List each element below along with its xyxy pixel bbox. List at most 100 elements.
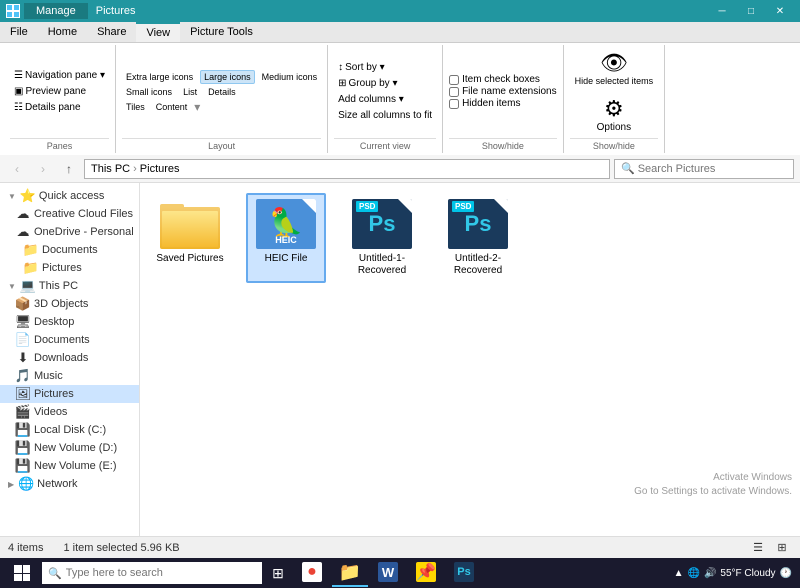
layout-row-3: Tiles Content ▾ xyxy=(122,100,321,114)
preview-pane-btn[interactable]: ▣ Preview pane xyxy=(10,84,109,99)
tab-file[interactable]: File xyxy=(0,22,38,42)
close-button[interactable]: ✕ xyxy=(766,2,794,20)
back-button[interactable]: ‹ xyxy=(6,158,28,180)
layout-more-btn[interactable]: ▾ xyxy=(194,100,200,114)
sidebar-item-downloads[interactable]: ⬇ Downloads xyxy=(0,349,139,367)
tab-share[interactable]: Share xyxy=(87,22,136,42)
sidebar-item-music[interactable]: 🎵 Music xyxy=(0,367,139,385)
sidebar-item-quick-access[interactable]: ▼ ⭐ Quick access xyxy=(0,187,139,205)
group-icon: ⊞ xyxy=(338,78,346,89)
nav-pane-icon: ☰ xyxy=(14,70,23,81)
hidden-items-cb[interactable]: Hidden items xyxy=(449,98,557,109)
path-sep: › xyxy=(133,163,137,175)
sidebar-item-documents-od[interactable]: 📁 Documents xyxy=(0,241,139,259)
taskbar-search-input[interactable] xyxy=(66,567,256,579)
extra-large-icons-btn[interactable]: Extra large icons xyxy=(122,70,197,84)
taskbar-photoshop[interactable]: Ps xyxy=(446,559,482,587)
small-icons-btn[interactable]: Small icons xyxy=(122,85,176,99)
up-button[interactable]: ↑ xyxy=(58,158,80,180)
sidebar-item-creative-cloud[interactable]: ☁ Creative Cloud Files xyxy=(0,205,139,223)
group-by-btn[interactable]: ⊞ Group by ▾ xyxy=(334,76,436,91)
add-columns-btn[interactable]: Add columns ▾ xyxy=(334,92,436,107)
list-btn[interactable]: List xyxy=(179,85,201,99)
file-item-saved-pictures[interactable]: Saved Pictures xyxy=(150,193,230,283)
medium-icons-btn[interactable]: Medium icons xyxy=(258,70,322,84)
file-item-untitled-2[interactable]: PSD Ps Untitled-2-Recovered xyxy=(438,193,518,283)
tab-view[interactable]: View xyxy=(136,22,180,42)
maximize-button[interactable]: □ xyxy=(737,2,765,20)
sidebar-item-onedrive[interactable]: ☁ OneDrive - Personal xyxy=(0,223,139,241)
psd-icon-2: PSD Ps xyxy=(448,199,508,249)
tab-home[interactable]: Home xyxy=(38,22,87,42)
search-input[interactable] xyxy=(638,163,787,175)
file-name-ext-cb[interactable]: File name extensions xyxy=(449,86,557,97)
ribbon-group-hide-options: 👁 Hide selected items ⚙ Options Show/hid… xyxy=(564,45,666,153)
expand-icon: ▼ xyxy=(8,192,16,201)
preview-icon: ▣ xyxy=(14,86,23,97)
large-icons-btn[interactable]: Large icons xyxy=(200,70,255,84)
sidebar-item-network[interactable]: ▶ 🌐 Network xyxy=(0,475,139,493)
taskbar-search-box[interactable]: 🔍 xyxy=(42,562,262,584)
sidebar-item-local-disk-c[interactable]: 💾 Local Disk (C:) xyxy=(0,421,139,439)
sidebar-item-new-volume-d[interactable]: 💾 New Volume (D:) xyxy=(0,439,139,457)
minimize-button[interactable]: ─ xyxy=(708,2,736,20)
sidebar-item-3d-objects[interactable]: 📦 3D Objects xyxy=(0,295,139,313)
panes-label: Panes xyxy=(10,138,109,151)
large-icon-view-btn[interactable]: ⊞ xyxy=(772,540,792,556)
file-name-heic: HEIC File xyxy=(265,253,308,265)
pics-od-icon: 📁 xyxy=(24,261,38,275)
show-hide-content: Item check boxes File name extensions Hi… xyxy=(449,47,557,136)
current-view-label: Current view xyxy=(334,138,436,151)
tab-manage[interactable]: Manage xyxy=(24,3,88,19)
start-button[interactable] xyxy=(4,558,40,588)
sidebar-item-new-volume-e[interactable]: 💾 New Volume (E:) xyxy=(0,457,139,475)
options-btn[interactable]: ⚙ Options xyxy=(592,93,636,136)
sidebar-item-documents-pc[interactable]: 📄 Documents xyxy=(0,331,139,349)
windows-logo xyxy=(14,565,30,581)
sort-by-btn[interactable]: ↕ Sort by ▾ xyxy=(334,60,436,75)
content-btn[interactable]: Content xyxy=(152,100,192,114)
sidebar-item-this-pc[interactable]: ▼ 💻 This PC xyxy=(0,277,139,295)
sidebar-item-desktop[interactable]: 🖥 Desktop xyxy=(0,313,139,331)
file-item-heic[interactable]: 🦜 HEIC HEIC File xyxy=(246,193,326,283)
item-check-boxes-cb[interactable]: Item check boxes xyxy=(449,74,557,85)
size-columns-btn[interactable]: Size all columns to fit xyxy=(334,108,436,123)
sidebar-item-pictures-od[interactable]: 📁 Pictures xyxy=(0,259,139,277)
taskbar-chrome[interactable]: ● xyxy=(294,559,330,587)
onedrive-icon: ☁ xyxy=(16,225,30,239)
details-btn[interactable]: Details xyxy=(204,85,240,99)
taskbar-sticky[interactable]: 📌 xyxy=(408,559,444,587)
logo-q4 xyxy=(23,574,31,582)
ps-logo-1: Ps xyxy=(369,211,396,237)
navigation-pane-btn[interactable]: ☰ Navigation pane ▾ xyxy=(10,68,109,83)
heic-type-label: HEIC xyxy=(275,235,297,245)
psd-badge-2: PSD xyxy=(452,201,474,212)
details-pane-btn[interactable]: ☷ Details pane xyxy=(10,100,109,115)
quick-access-icon: ⭐ xyxy=(21,189,35,203)
address-area: ‹ › ↑ This PC › Pictures 🔍 xyxy=(0,155,800,183)
status-bar: 4 items 1 item selected 5.96 KB ☰ ⊞ xyxy=(0,536,800,558)
chevron-icon[interactable]: ▲ xyxy=(674,568,684,579)
psd-badge-1: PSD xyxy=(356,201,378,212)
file-name-ext-input[interactable] xyxy=(449,87,459,97)
current-view-content: ↕ Sort by ▾ ⊞ Group by ▾ Add columns ▾ S… xyxy=(334,47,436,136)
file-item-untitled-1[interactable]: PSD Ps Untitled-1-Recovered xyxy=(342,193,422,283)
task-view-btn[interactable]: ⊞ xyxy=(264,559,292,587)
folder-icon-saved-pictures xyxy=(160,199,220,249)
taskbar-file-explorer[interactable]: 📁 xyxy=(332,559,368,587)
hidden-items-input[interactable] xyxy=(449,99,459,109)
forward-button[interactable]: › xyxy=(32,158,54,180)
search-bar[interactable]: 🔍 xyxy=(614,159,794,179)
item-check-boxes-input[interactable] xyxy=(449,75,459,85)
folder-inner xyxy=(162,211,218,247)
sidebar-item-videos[interactable]: 🎬 Videos xyxy=(0,403,139,421)
hide-selected-btn[interactable]: 👁 Hide selected items xyxy=(570,47,659,89)
activate-windows-text: Activate Windows Go to Settings to activ… xyxy=(634,471,792,499)
tab-picture-tools[interactable]: Picture Tools xyxy=(180,22,263,42)
address-bar[interactable]: This PC › Pictures xyxy=(84,159,610,179)
taskbar-word[interactable]: W xyxy=(370,559,406,587)
list-view-btn[interactable]: ☰ xyxy=(748,540,768,556)
network-expand-icon: ▶ xyxy=(8,480,14,489)
tiles-btn[interactable]: Tiles xyxy=(122,100,149,114)
sidebar-item-pictures-pc[interactable]: 🖼 Pictures xyxy=(0,385,139,403)
